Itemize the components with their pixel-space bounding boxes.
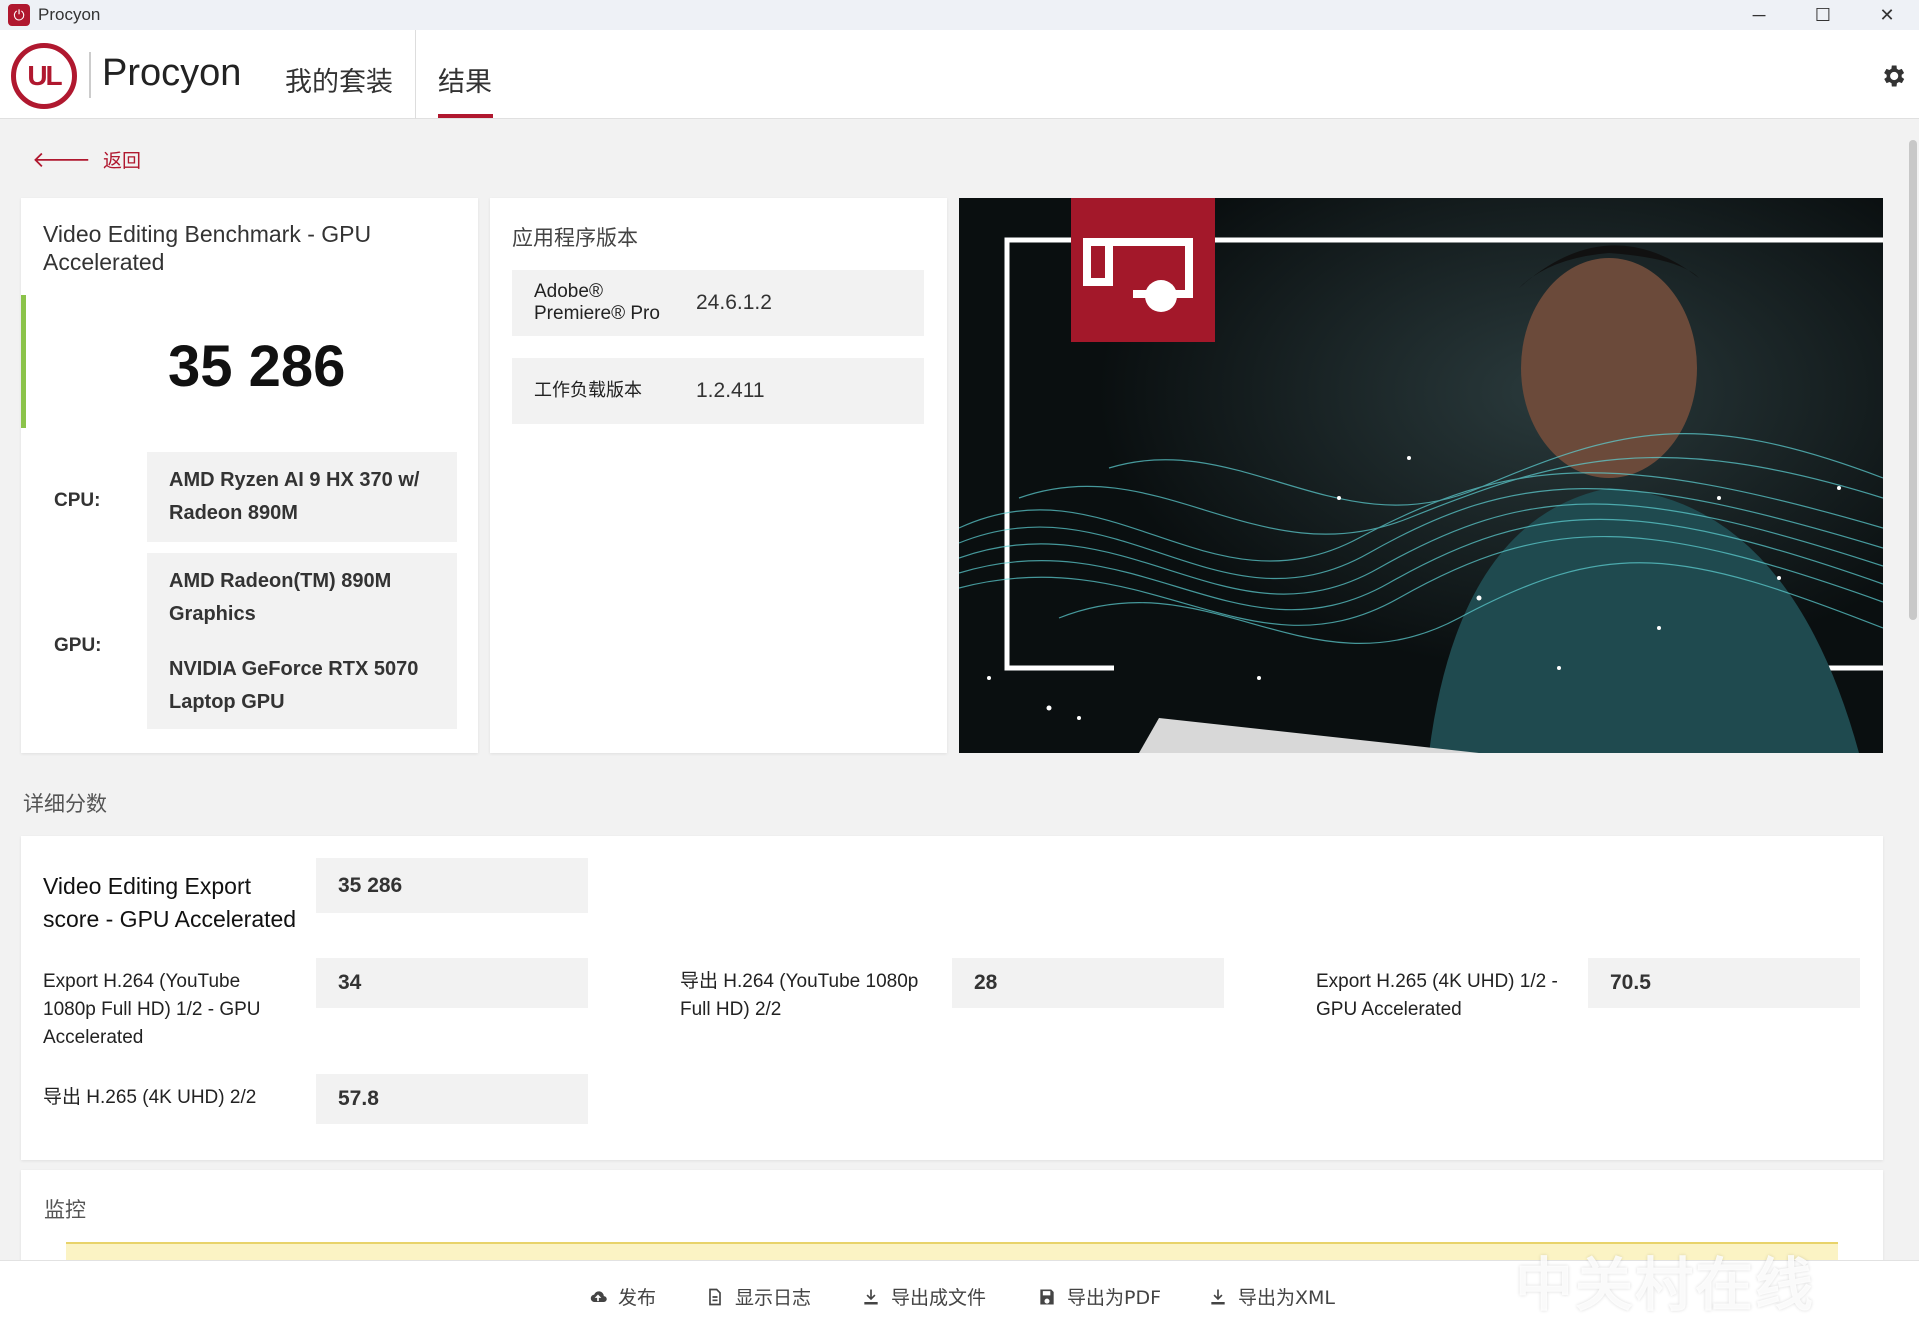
version-value: 1.2.411	[696, 379, 765, 402]
detail-scores-title: 详细分数	[23, 792, 107, 816]
app-header: UL Procyon 我的套装 结果	[0, 30, 1919, 119]
close-button[interactable]: ✕	[1855, 0, 1919, 30]
back-link[interactable]: 🡐 返回	[32, 146, 141, 173]
export-xml-button[interactable]: 导出为XML	[1208, 1283, 1335, 1310]
detail-label-h264-1: Export H.264 (YouTube 1080p Full HD) 1/2…	[43, 971, 261, 1048]
vertical-scrollbar[interactable]	[1909, 140, 1917, 620]
product-name: Procyon	[102, 52, 242, 94]
detail-label-h265-2: 导出 H.265 (4K UHD) 2/2	[43, 1087, 257, 1108]
tab-my-suites[interactable]: 我的套装	[285, 60, 393, 99]
gpu-label: GPU:	[54, 635, 102, 656]
export-file-button[interactable]: 导出成文件	[861, 1283, 986, 1310]
save-icon	[1040, 1289, 1054, 1304]
app-version-card: 应用程序版本 Adobe® Premiere® Pro 24.6.1.2 工作负…	[490, 198, 947, 753]
tab-results[interactable]: 结果	[438, 60, 492, 99]
cpu-label: CPU:	[54, 490, 101, 511]
watermark: 中关村在线	[1515, 1251, 1816, 1319]
detail-label-h264-2: 导出 H.264 (YouTube 1080p Full HD) 2/2	[680, 971, 919, 1020]
maximize-button[interactable]: ☐	[1791, 0, 1855, 30]
active-tab-indicator	[438, 114, 493, 118]
export-xml-label: 导出为XML	[1238, 1287, 1335, 1309]
nav-separator	[415, 30, 416, 119]
export-pdf-label: 导出为PDF	[1067, 1287, 1162, 1309]
overall-score: 35 286	[168, 334, 346, 399]
video-editing-icon	[1083, 238, 1193, 312]
video-editing-badge	[1071, 198, 1215, 342]
window-title: Procyon	[38, 5, 101, 24]
download-icon	[864, 1289, 878, 1304]
back-label: 返回	[103, 150, 142, 172]
benchmark-card: Video Editing Benchmark - GPU Accelerate…	[21, 198, 478, 753]
gpu-name-2: NVIDIA GeForce RTX 5070 Laptop GPU	[169, 658, 419, 713]
download-icon	[1211, 1289, 1225, 1304]
cloud-upload-icon	[590, 1290, 607, 1302]
window-controls: ─ ☐ ✕	[1727, 0, 1919, 30]
gear-icon[interactable]	[1879, 62, 1907, 90]
cpu-value: AMD Ryzen AI 9 HX 370 w/ Radeon 890M	[147, 452, 457, 542]
version-row: Adobe® Premiere® Pro 24.6.1.2	[512, 270, 924, 336]
window-titlebar: ⏻ Procyon ─ ☐ ✕	[0, 0, 1919, 30]
gpu-name-1: AMD Radeon(TM) 890M Graphics	[169, 570, 392, 625]
cpu-name: AMD Ryzen AI 9 HX 370 w/ Radeon 890M	[169, 469, 420, 524]
detail-value-h264-2: 28	[952, 958, 1224, 1008]
detail-value-h264-1: 34	[316, 958, 588, 1008]
app-icon: ⏻	[8, 4, 30, 26]
detail-value-h265-1: 70.5	[1588, 958, 1860, 1008]
export-score-label: Video Editing Export score - GPU Acceler…	[43, 873, 297, 932]
detail-value-h265-2: 57.8	[316, 1074, 588, 1124]
detail-label-h265-1: Export H.265 (4K UHD) 1/2 - GPU Accelera…	[1316, 971, 1558, 1020]
benchmark-title: Video Editing Benchmark - GPU Accelerate…	[43, 221, 372, 275]
show-log-label: 显示日志	[735, 1287, 812, 1309]
document-icon	[709, 1288, 721, 1305]
version-row: 工作负载版本 1.2.411	[512, 358, 924, 424]
logo-divider	[89, 52, 91, 98]
show-log-button[interactable]: 显示日志	[705, 1283, 811, 1310]
export-file-label: 导出成文件	[891, 1287, 987, 1309]
version-name: 工作负载版本	[534, 380, 642, 401]
version-value: 24.6.1.2	[696, 291, 772, 314]
score-indicator-bar	[21, 295, 26, 428]
publish-button[interactable]: 发布	[588, 1283, 656, 1310]
publish-label: 发布	[618, 1287, 657, 1309]
export-pdf-button[interactable]: 导出为PDF	[1037, 1283, 1161, 1310]
monitoring-title: 监控	[44, 1198, 86, 1222]
ul-logo: UL	[11, 43, 77, 109]
version-name: Adobe® Premiere® Pro	[534, 281, 660, 324]
benchmark-hero-image	[959, 198, 1883, 753]
arrow-left-icon: 🡐	[32, 147, 91, 173]
minimize-button[interactable]: ─	[1727, 0, 1791, 30]
export-score-value: 35 286	[316, 858, 588, 913]
gpu-value: AMD Radeon(TM) 890M Graphics NVIDIA GeFo…	[147, 553, 457, 729]
app-version-title: 应用程序版本	[512, 226, 638, 250]
detail-scores-card: Video Editing Export score - GPU Acceler…	[21, 836, 1883, 1160]
